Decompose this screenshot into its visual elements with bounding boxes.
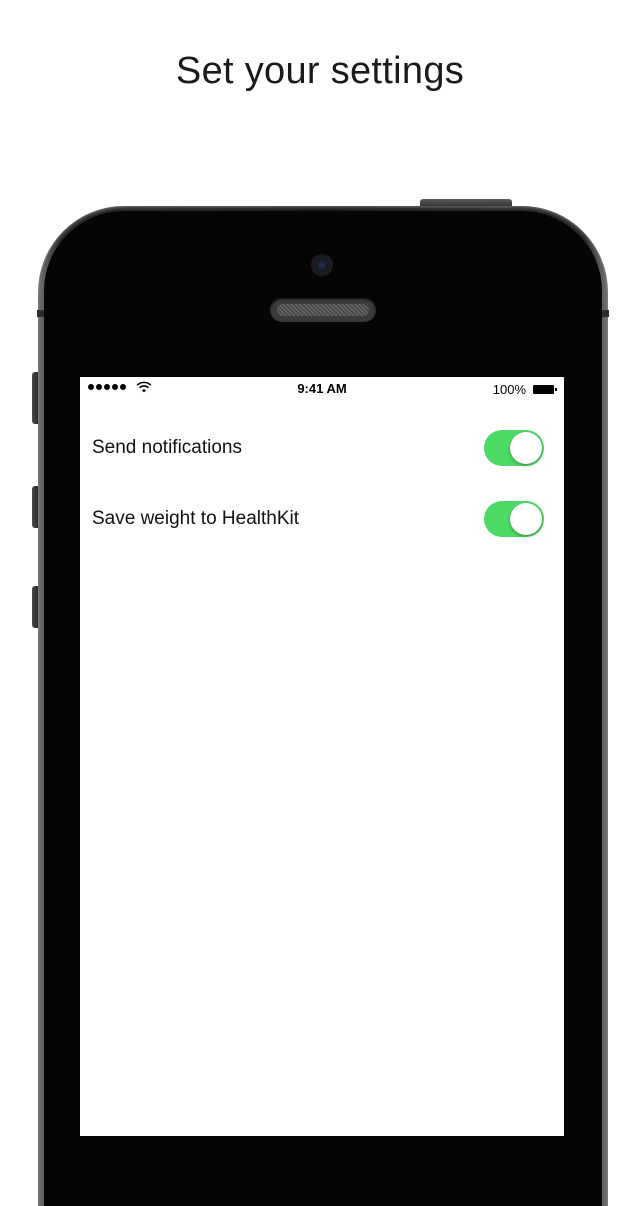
- battery-icon: [533, 385, 557, 394]
- device-screen: 9:41 AM 100% Send notifications Save wei…: [80, 377, 564, 1136]
- toggle-knob: [510, 432, 542, 464]
- setting-label-notifications: Send notifications: [92, 437, 242, 458]
- status-time: 9:41 AM: [297, 381, 347, 396]
- front-camera-icon: [311, 254, 333, 276]
- earpiece-speaker: [270, 298, 376, 322]
- notifications-toggle[interactable]: [484, 430, 544, 466]
- setting-row-healthkit: Save weight to HealthKit: [80, 489, 564, 549]
- speaker-grill: [277, 304, 369, 316]
- toggle-knob: [510, 503, 542, 535]
- setting-row-notifications: Send notifications: [80, 418, 564, 478]
- battery-percent: 100%: [492, 382, 526, 397]
- status-bar: 9:41 AM 100%: [80, 377, 564, 401]
- page-headline: Set your settings: [175, 50, 465, 92]
- healthkit-toggle[interactable]: [484, 501, 544, 537]
- setting-label-healthkit: Save weight to HealthKit: [92, 508, 300, 529]
